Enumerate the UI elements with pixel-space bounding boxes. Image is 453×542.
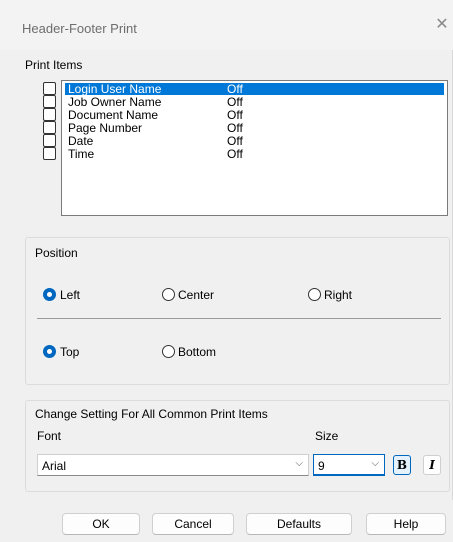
common-settings-label: Change Setting For All Common Print Item… [35,407,268,421]
help-button[interactable]: Help [366,513,446,535]
list-item[interactable]: Page Number Off [65,122,444,134]
list-item[interactable]: Job Owner Name Off [65,96,444,108]
radio-right-label[interactable]: Right [324,288,352,302]
print-items-label: Print Items [25,58,83,72]
font-label: Font [37,429,62,443]
radio-left[interactable] [43,288,56,301]
list-item[interactable]: Document Name Off [65,109,444,121]
checkbox-document-name[interactable] [43,108,56,121]
font-select[interactable]: Arial ⌵ [37,454,309,476]
position-label: Position [35,246,78,260]
radio-bottom-label[interactable]: Bottom [178,345,216,359]
radio-right[interactable] [308,288,321,301]
cancel-button[interactable]: Cancel [152,513,234,535]
header-footer-print-dialog: Header-Footer Print ✕ Print Items Login … [0,0,453,542]
list-item[interactable]: Login User Name Off [65,83,444,95]
radio-center[interactable] [162,288,175,301]
checkbox-job-owner-name[interactable] [43,95,56,108]
bold-button[interactable]: B [393,455,411,475]
radio-top[interactable] [43,345,56,358]
title-bar: Header-Footer Print ✕ [0,0,453,50]
checkbox-date[interactable] [43,134,56,147]
chevron-down-icon: ⌵ [295,458,303,469]
font-select-value: Arial [42,459,67,473]
list-item[interactable]: Date Off [65,135,444,147]
defaults-button[interactable]: Defaults [246,513,352,535]
radio-top-label[interactable]: Top [60,345,79,359]
close-icon[interactable]: ✕ [432,14,452,36]
print-items-list[interactable]: Login User Name Off Job Owner Name Off D… [61,80,448,216]
position-group [25,237,450,385]
ok-button[interactable]: OK [62,513,140,535]
checkbox-login-user-name[interactable] [43,82,56,95]
size-select[interactable]: 9 ⌵ [313,454,385,476]
list-item[interactable]: Time Off [65,148,444,160]
radio-bottom[interactable] [162,345,175,358]
window-title: Header-Footer Print [22,21,137,36]
radio-center-label[interactable]: Center [178,288,214,302]
chevron-down-icon: ⌵ [371,458,379,469]
size-select-value: 9 [318,459,325,473]
checkbox-page-number[interactable] [43,121,56,134]
size-label: Size [315,429,339,443]
italic-button[interactable]: I [423,455,441,475]
radio-left-label[interactable]: Left [60,288,80,302]
position-divider [37,318,441,319]
checkbox-time[interactable] [43,147,56,160]
